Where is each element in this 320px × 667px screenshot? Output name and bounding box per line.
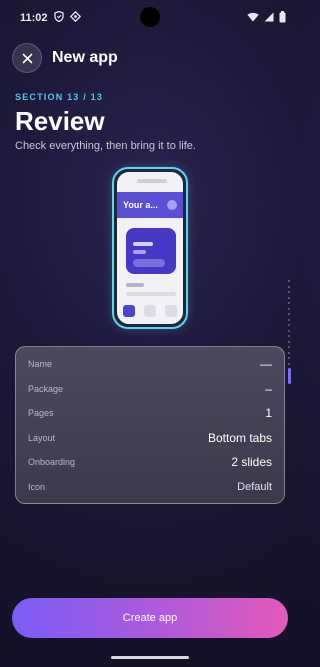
- preview-app-bar: Your a...: [117, 192, 183, 218]
- preview-hero-card: [126, 228, 176, 274]
- scroll-dot: [288, 296, 290, 299]
- home-indicator[interactable]: [111, 656, 189, 659]
- scroll-thumb[interactable]: [287, 368, 291, 384]
- summary-value: 2 slides: [231, 455, 272, 470]
- page-title: Review: [15, 106, 105, 136]
- scroll-dot: [288, 357, 290, 359]
- scroll-dot: [288, 280, 290, 282]
- summary-value: –: [265, 381, 272, 396]
- preview-tab: [165, 305, 177, 317]
- close-icon: [22, 53, 32, 63]
- scroll-dot: [288, 346, 290, 348]
- app-header: New app: [12, 42, 288, 74]
- preview-avatar: [167, 200, 177, 210]
- summary-row-pages: Pages 1: [28, 401, 272, 426]
- section-scroll-indicator[interactable]: [287, 280, 291, 390]
- status-time: 11:02: [20, 12, 48, 24]
- scroll-dot: [288, 302, 290, 304]
- summary-value: 1: [265, 406, 272, 421]
- preview-card-pill: [133, 259, 165, 267]
- summary-value: Default: [237, 480, 272, 493]
- scroll-dot: [288, 329, 290, 332]
- summary-label: Icon: [28, 481, 46, 492]
- summary-row-package: Package –: [28, 377, 272, 402]
- scroll-dot: [288, 351, 290, 354]
- preview-text-line: [126, 292, 176, 296]
- preview-status-pill: [137, 179, 167, 183]
- header-title: New app: [52, 49, 118, 66]
- preview-tab-active: [123, 305, 135, 317]
- camera-cutout: [140, 7, 160, 27]
- summary-label: Onboarding: [28, 457, 76, 468]
- page-subtitle: Check everything, then bring it to life.: [15, 140, 196, 152]
- scroll-dot: [288, 318, 290, 321]
- summary-row-layout: Layout Bottom tabs: [28, 426, 272, 451]
- summary-value: Bottom tabs: [207, 430, 272, 445]
- preview-text-line: [126, 283, 144, 287]
- summary-label: Name: [28, 359, 53, 370]
- summary-label: Package: [28, 383, 64, 394]
- scroll-dot: [288, 313, 290, 315]
- close-button[interactable]: [12, 43, 42, 73]
- summary-row-icon: Icon Default: [28, 475, 272, 500]
- section-progress-label: SECTION 13 / 13: [15, 92, 104, 102]
- preview-card-line: [133, 242, 153, 246]
- phone-preview-screen: Your a...: [117, 172, 183, 324]
- preview-tab: [144, 305, 156, 317]
- wifi-icon: [247, 12, 259, 25]
- signal-icon: [264, 12, 274, 25]
- scroll-dot: [288, 362, 290, 365]
- summary-row-name: Name —: [28, 352, 272, 377]
- summary-value: —: [260, 357, 272, 372]
- summary-row-onboarding: Onboarding 2 slides: [28, 450, 272, 475]
- battery-icon: [279, 10, 286, 26]
- summary-card: Name — Package – Pages 1 Layout Bottom t…: [15, 346, 285, 504]
- preview-app-title: Your a...: [123, 200, 158, 210]
- scroll-dot: [288, 307, 290, 310]
- vpn-shield-icon: [53, 10, 64, 25]
- summary-label: Pages: [28, 408, 54, 419]
- summary-label: Layout: [28, 432, 56, 443]
- preview-card-line: [133, 250, 146, 254]
- diamond-icon: [69, 10, 81, 25]
- scroll-dot: [288, 340, 290, 343]
- create-app-button[interactable]: Create app: [12, 598, 288, 638]
- scroll-dot: [288, 324, 290, 326]
- phone-preview: Your a...: [112, 167, 188, 329]
- scroll-dot: [288, 335, 290, 337]
- preview-bottom-tabs: [123, 305, 177, 319]
- scroll-dot: [288, 285, 290, 288]
- scroll-dot: [288, 291, 290, 293]
